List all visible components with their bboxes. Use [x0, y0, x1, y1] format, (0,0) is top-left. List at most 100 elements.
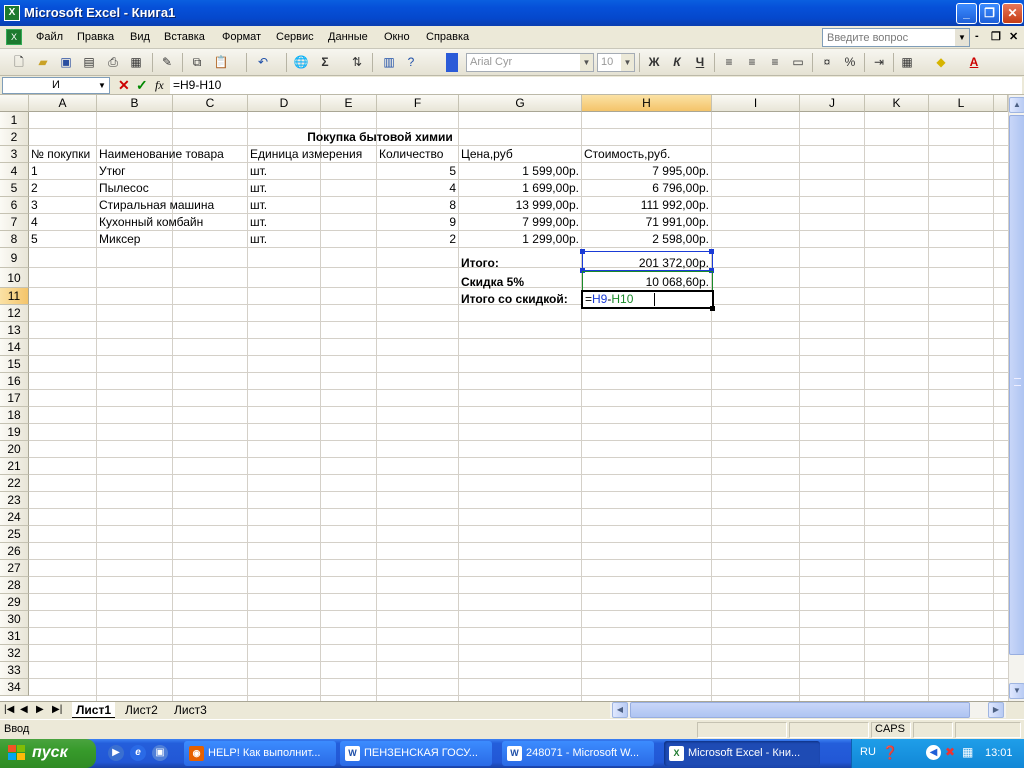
column-header-l[interactable]: L [929, 95, 994, 112]
item-cost[interactable]: 6 796,00р. [582, 180, 711, 197]
chevron-down-icon[interactable]: ▼ [95, 78, 109, 93]
row-header-20[interactable]: 20 [0, 441, 29, 458]
menu-tools[interactable]: Сервис [276, 31, 314, 43]
scroll-left-icon[interactable]: ◀ [612, 702, 628, 718]
row-header-22[interactable]: 22 [0, 475, 29, 492]
item-unit[interactable]: шт. [248, 231, 269, 248]
purchase-no[interactable]: 4 [29, 214, 40, 231]
total-label[interactable]: Итого: [459, 254, 501, 273]
worksheet-grid[interactable]: A B C D E F G H I J K L 1 2 3 4 5 6 7 8 9 10 11 12 1… [0, 95, 1008, 701]
insert-function-icon[interactable]: fx [155, 78, 164, 93]
hyperlink-icon[interactable]: 🌐 [292, 54, 310, 71]
chevron-down-icon[interactable]: ▼ [580, 54, 593, 71]
column-header-b[interactable]: B [97, 95, 173, 112]
help-tray-icon[interactable]: ❓ [882, 745, 898, 761]
active-cell-h11[interactable]: =H9-H10 [581, 290, 714, 309]
row-header-34[interactable]: 34 [0, 679, 29, 696]
internet-explorer-icon[interactable]: e [130, 745, 146, 761]
scroll-down-icon[interactable]: ▼ [1009, 683, 1024, 699]
header-quantity[interactable]: Количество [377, 146, 445, 163]
chevron-down-icon[interactable]: ▼ [955, 29, 969, 46]
menu-help[interactable]: Справка [426, 31, 469, 43]
row-header-33[interactable]: 33 [0, 662, 29, 679]
item-price[interactable]: 1 599,00р. [459, 163, 581, 180]
align-left-icon[interactable]: ≡ [720, 54, 738, 71]
item-cost[interactable]: 2 598,00р. [582, 231, 711, 248]
column-header-c[interactable]: C [173, 95, 248, 112]
purchase-no[interactable]: 5 [29, 231, 40, 248]
item-price[interactable]: 1 299,00р. [459, 231, 581, 248]
menu-data[interactable]: Данные [328, 31, 368, 43]
select-all-corner[interactable] [0, 95, 29, 112]
tab-sheet2[interactable]: Лист2 [121, 702, 162, 718]
item-price[interactable]: 13 999,00р. [459, 197, 581, 214]
last-sheet-button[interactable]: ▶| [52, 704, 62, 715]
row-header-9[interactable]: 9 [0, 248, 29, 268]
header-purchase-no[interactable]: № покупки [29, 146, 92, 163]
item-name[interactable]: Миксер [97, 231, 142, 248]
borders-icon[interactable]: ▦ [898, 54, 916, 71]
row-header-12[interactable]: 12 [0, 305, 29, 322]
print-icon[interactable]: ⎙ [104, 54, 122, 71]
row-header-15[interactable]: 15 [0, 356, 29, 373]
item-cost[interactable]: 7 995,00р. [582, 163, 711, 180]
row-header-8[interactable]: 8 [0, 231, 29, 248]
item-price[interactable]: 1 699,00р. [459, 180, 581, 197]
open-icon[interactable]: ▰ [34, 54, 52, 71]
indent-icon[interactable]: ⇥ [870, 54, 888, 71]
final-label[interactable]: Итого со скидкой: [459, 291, 570, 308]
new-icon[interactable]: 🗋 [10, 54, 28, 71]
next-sheet-button[interactable]: ▶ [36, 704, 44, 715]
fill-color-icon[interactable]: ◆ [932, 54, 950, 71]
doc-minimize-button[interactable]: - [975, 30, 979, 42]
fill-handle[interactable] [710, 306, 715, 311]
horizontal-scrollbar[interactable]: ◀ ▶ [610, 702, 1006, 718]
row-header-27[interactable]: 27 [0, 560, 29, 577]
scroll-right-icon[interactable]: ▶ [988, 702, 1004, 718]
row-header-29[interactable]: 29 [0, 594, 29, 611]
purchase-no[interactable]: 3 [29, 197, 40, 214]
item-qty[interactable]: 9 [377, 214, 458, 231]
row-header-7[interactable]: 7 [0, 214, 29, 231]
row-header-26[interactable]: 26 [0, 543, 29, 560]
item-name[interactable]: Утюг [97, 163, 128, 180]
row-header-31[interactable]: 31 [0, 628, 29, 645]
column-header-d[interactable]: D [248, 95, 321, 112]
column-header-i[interactable]: I [712, 95, 800, 112]
column-header-f[interactable]: F [377, 95, 459, 112]
item-qty[interactable]: 8 [377, 197, 458, 214]
start-button[interactable]: пуск [0, 739, 96, 768]
underline-button[interactable]: Ч [691, 54, 709, 71]
bold-button[interactable]: Ж [645, 54, 663, 71]
row-header-18[interactable]: 18 [0, 407, 29, 424]
menu-view[interactable]: Вид [130, 31, 150, 43]
row-header-28[interactable]: 28 [0, 577, 29, 594]
font-name-select[interactable]: Arial Cyr ▼ [466, 53, 594, 72]
currency-icon[interactable]: ¤ [818, 54, 836, 71]
item-qty[interactable]: 5 [377, 163, 458, 180]
align-right-icon[interactable]: ≡ [766, 54, 784, 71]
row-header-25[interactable]: 25 [0, 526, 29, 543]
menu-window[interactable]: Окно [384, 31, 410, 43]
row-header-4[interactable]: 4 [0, 163, 29, 180]
row-header-21[interactable]: 21 [0, 458, 29, 475]
header-cost[interactable]: Стоимость,руб. [582, 146, 672, 163]
vertical-scrollbar[interactable]: ▲ ▼ [1008, 95, 1024, 701]
font-color-button[interactable]: A [965, 54, 983, 71]
task-excel[interactable]: X Microsoft Excel - Кни... [664, 741, 820, 766]
row-header-10[interactable]: 10 [0, 268, 29, 288]
antivirus-tray-icon[interactable]: ✖ [945, 745, 955, 759]
item-qty[interactable]: 2 [377, 231, 458, 248]
print-preview-icon[interactable]: ▦ [127, 54, 145, 71]
percent-button[interactable]: % [841, 54, 859, 71]
row-header-11[interactable]: 11 [0, 288, 29, 305]
item-name[interactable]: Кухонный комбайн [97, 214, 205, 231]
row-header-30[interactable]: 30 [0, 611, 29, 628]
row-header-3[interactable]: 3 [0, 146, 29, 163]
align-center-icon[interactable]: ≡ [743, 54, 761, 71]
item-qty[interactable]: 4 [377, 180, 458, 197]
menu-edit[interactable]: Правка [77, 31, 114, 43]
row-header-5[interactable]: 5 [0, 180, 29, 197]
menu-insert[interactable]: Вставка [164, 31, 205, 43]
chevron-left-icon[interactable]: ◀ [926, 745, 941, 760]
